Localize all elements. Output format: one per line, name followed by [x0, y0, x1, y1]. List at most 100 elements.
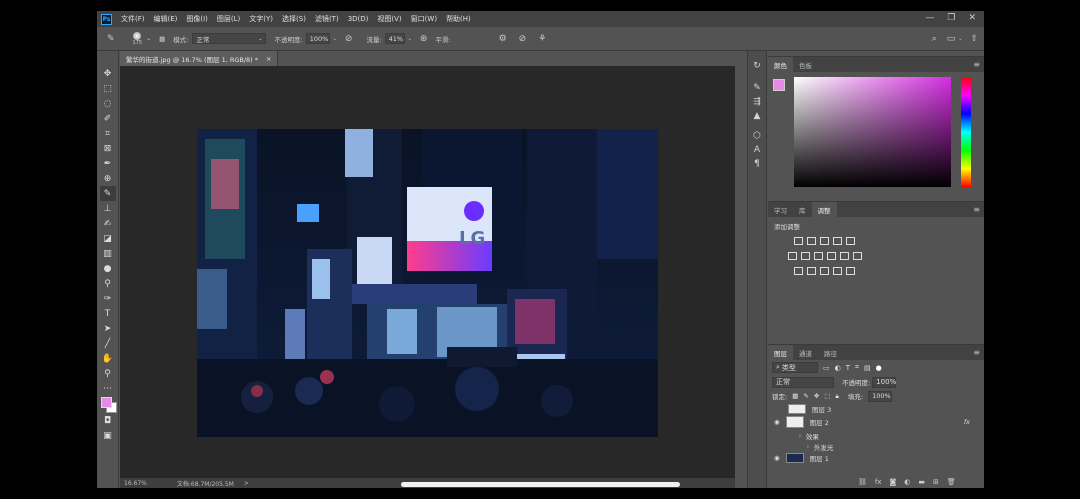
invert-icon[interactable] [794, 267, 803, 275]
effects-eye-icon[interactable]: ◦ [798, 432, 802, 440]
gradient-map-icon[interactable] [833, 267, 842, 275]
tab-swatches[interactable]: 色板 [793, 57, 818, 72]
lock-pixels-icon[interactable]: ▦ [792, 392, 798, 400]
panel-menu-icon[interactable]: ≡ [973, 348, 980, 357]
levels-icon[interactable] [807, 237, 816, 245]
quick-mask-icon[interactable]: ◘ [100, 413, 116, 428]
filter-smart-icon[interactable]: ▤ [864, 364, 871, 372]
visibility-eye-icon[interactable]: ◉ [774, 454, 780, 462]
foreground-color-swatch[interactable] [773, 79, 785, 91]
menu-select[interactable]: 选择(S) [282, 14, 306, 24]
visibility-eye-icon[interactable]: ◉ [774, 418, 780, 426]
flow-field[interactable]: 41% [384, 33, 405, 44]
line-tool-icon[interactable]: ╱ [100, 336, 116, 351]
tab-libraries[interactable]: 库 [793, 202, 812, 217]
minimize-button[interactable]: — [925, 13, 934, 23]
selective-color-icon[interactable] [846, 267, 855, 275]
hue-saturation-icon[interactable] [788, 252, 797, 260]
menu-window[interactable]: 窗口(W) [411, 14, 437, 24]
gradient-tool-icon[interactable]: ▥ [100, 246, 116, 261]
menu-file[interactable]: 文件(F) [121, 14, 145, 24]
menu-layer[interactable]: 图层(L) [217, 14, 240, 24]
tab-adjustments[interactable]: 调整 [811, 202, 837, 217]
chevron-down-icon[interactable]: ⌄ [958, 36, 962, 42]
layer-name[interactable]: 图层 1 [810, 453, 829, 463]
blur-tool-icon[interactable]: ● [100, 261, 116, 276]
group-icon[interactable]: ▬ [918, 478, 925, 486]
lasso-tool-icon[interactable]: ◌ [100, 96, 116, 111]
zoom-level[interactable]: 16.67% [124, 480, 147, 487]
character-icon[interactable]: A [754, 145, 760, 155]
menu-help[interactable]: 帮助(H) [446, 14, 471, 24]
tab-channels[interactable]: 通道 [793, 345, 818, 360]
layer-row[interactable]: 图层 3 [768, 403, 984, 414]
layer-filter-select[interactable]: ⌕ 类型 [772, 362, 818, 373]
crop-tool-icon[interactable]: ⌗ [100, 126, 116, 141]
color-field[interactable] [794, 77, 951, 187]
panel-menu-icon[interactable]: ≡ [973, 205, 980, 214]
symmetry-icon[interactable]: ⚘ [538, 34, 546, 44]
restore-button[interactable]: ❐ [947, 13, 955, 23]
panel-menu-icon[interactable]: ≡ [973, 60, 980, 69]
tab-paths[interactable]: 路径 [818, 345, 843, 360]
mode-select[interactable]: 正常 ⌄ [192, 33, 267, 44]
canvas-area[interactable]: LG [120, 66, 735, 478]
filter-adjust-icon[interactable]: ◐ [835, 364, 841, 372]
lock-image-icon[interactable]: ✎ [803, 392, 808, 400]
channel-mixer-icon[interactable] [840, 252, 849, 260]
exposure-icon[interactable] [833, 237, 842, 245]
opacity-field[interactable]: 100% [305, 33, 330, 44]
history-brush-tool-icon[interactable]: ✍ [100, 216, 116, 231]
document-tab[interactable]: 繁华的街道.jpg @ 16.7% (图层 1, RGB/8) * × [120, 51, 279, 66]
brush-tool-icon[interactable]: ✎ [107, 34, 115, 44]
link-layers-icon[interactable]: ⛓ [858, 478, 867, 486]
new-layer-icon[interactable]: ⊞ [933, 478, 939, 486]
eyedropper-tool-icon[interactable]: ✒ [100, 156, 116, 171]
filter-shape-icon[interactable]: ⌗ [855, 363, 859, 372]
adjustments-icon[interactable]: ⇶ [753, 97, 761, 107]
menu-type[interactable]: 文字(Y) [249, 14, 273, 24]
marquee-tool-icon[interactable]: ⬚ [100, 81, 116, 96]
menu-3d[interactable]: 3D(D) [348, 15, 369, 23]
adjustment-layer-icon[interactable]: ◐ [904, 478, 910, 486]
hand-tool-icon[interactable]: ✋ [100, 351, 116, 366]
tab-color[interactable]: 颜色 [768, 57, 793, 72]
lock-all-icon[interactable]: 🔒︎ [835, 392, 838, 401]
layer-row[interactable]: ◉ 图层 2 fx [768, 414, 984, 430]
posterize-icon[interactable] [807, 267, 816, 275]
quick-select-tool-icon[interactable]: ✐ [100, 111, 116, 126]
color-swatches[interactable] [100, 396, 117, 413]
dodge-tool-icon[interactable]: ⚲ [100, 276, 116, 291]
mask-icon[interactable]: ◙ [890, 478, 897, 486]
color-balance-icon[interactable] [801, 252, 810, 260]
3d-icon[interactable]: ⬡ [753, 131, 761, 141]
filter-type-icon[interactable]: T [846, 364, 850, 372]
frame-tool-icon[interactable]: ⊠ [100, 141, 116, 156]
layer-name[interactable]: 图层 2 [810, 417, 829, 427]
layer-name[interactable]: 图层 3 [812, 404, 831, 414]
move-tool-icon[interactable]: ✥ [100, 66, 116, 81]
layer-row[interactable]: ◉ 图层 1 [768, 452, 984, 463]
zoom-tool-icon[interactable]: ⚲ [100, 366, 116, 381]
brush-settings-icon[interactable]: ✎ [753, 83, 761, 93]
fill-field[interactable]: 100% [868, 390, 893, 402]
effects-row[interactable]: ◦ 效果 [768, 430, 984, 441]
search-icon[interactable]: ⌕ [932, 34, 937, 44]
brightness-icon[interactable] [794, 237, 803, 245]
brush-settings-icon[interactable]: ▦ [159, 35, 165, 43]
status-menu-arrow[interactable]: > [244, 480, 249, 487]
type-tool-icon[interactable]: T [100, 306, 116, 321]
share-icon[interactable]: ⇧ [970, 34, 978, 44]
blend-mode-select[interactable]: 正常 [772, 376, 834, 388]
fx-icon[interactable]: fx [875, 478, 882, 486]
tab-layers[interactable]: 图层 [768, 345, 793, 360]
close-tab-icon[interactable]: × [266, 55, 271, 63]
paragraph-icon[interactable]: ¶ [754, 159, 760, 169]
close-button[interactable]: ✕ [968, 13, 976, 23]
layer-opacity-field[interactable]: 100% [872, 376, 896, 388]
color-lookup-icon[interactable] [853, 252, 862, 260]
history-icon[interactable]: ↻ [753, 61, 761, 71]
workspace-icon[interactable]: ▭ [947, 34, 956, 44]
layer-fx-badge[interactable]: fx [964, 418, 970, 426]
chevron-down-icon[interactable]: ⌄ [408, 36, 412, 42]
